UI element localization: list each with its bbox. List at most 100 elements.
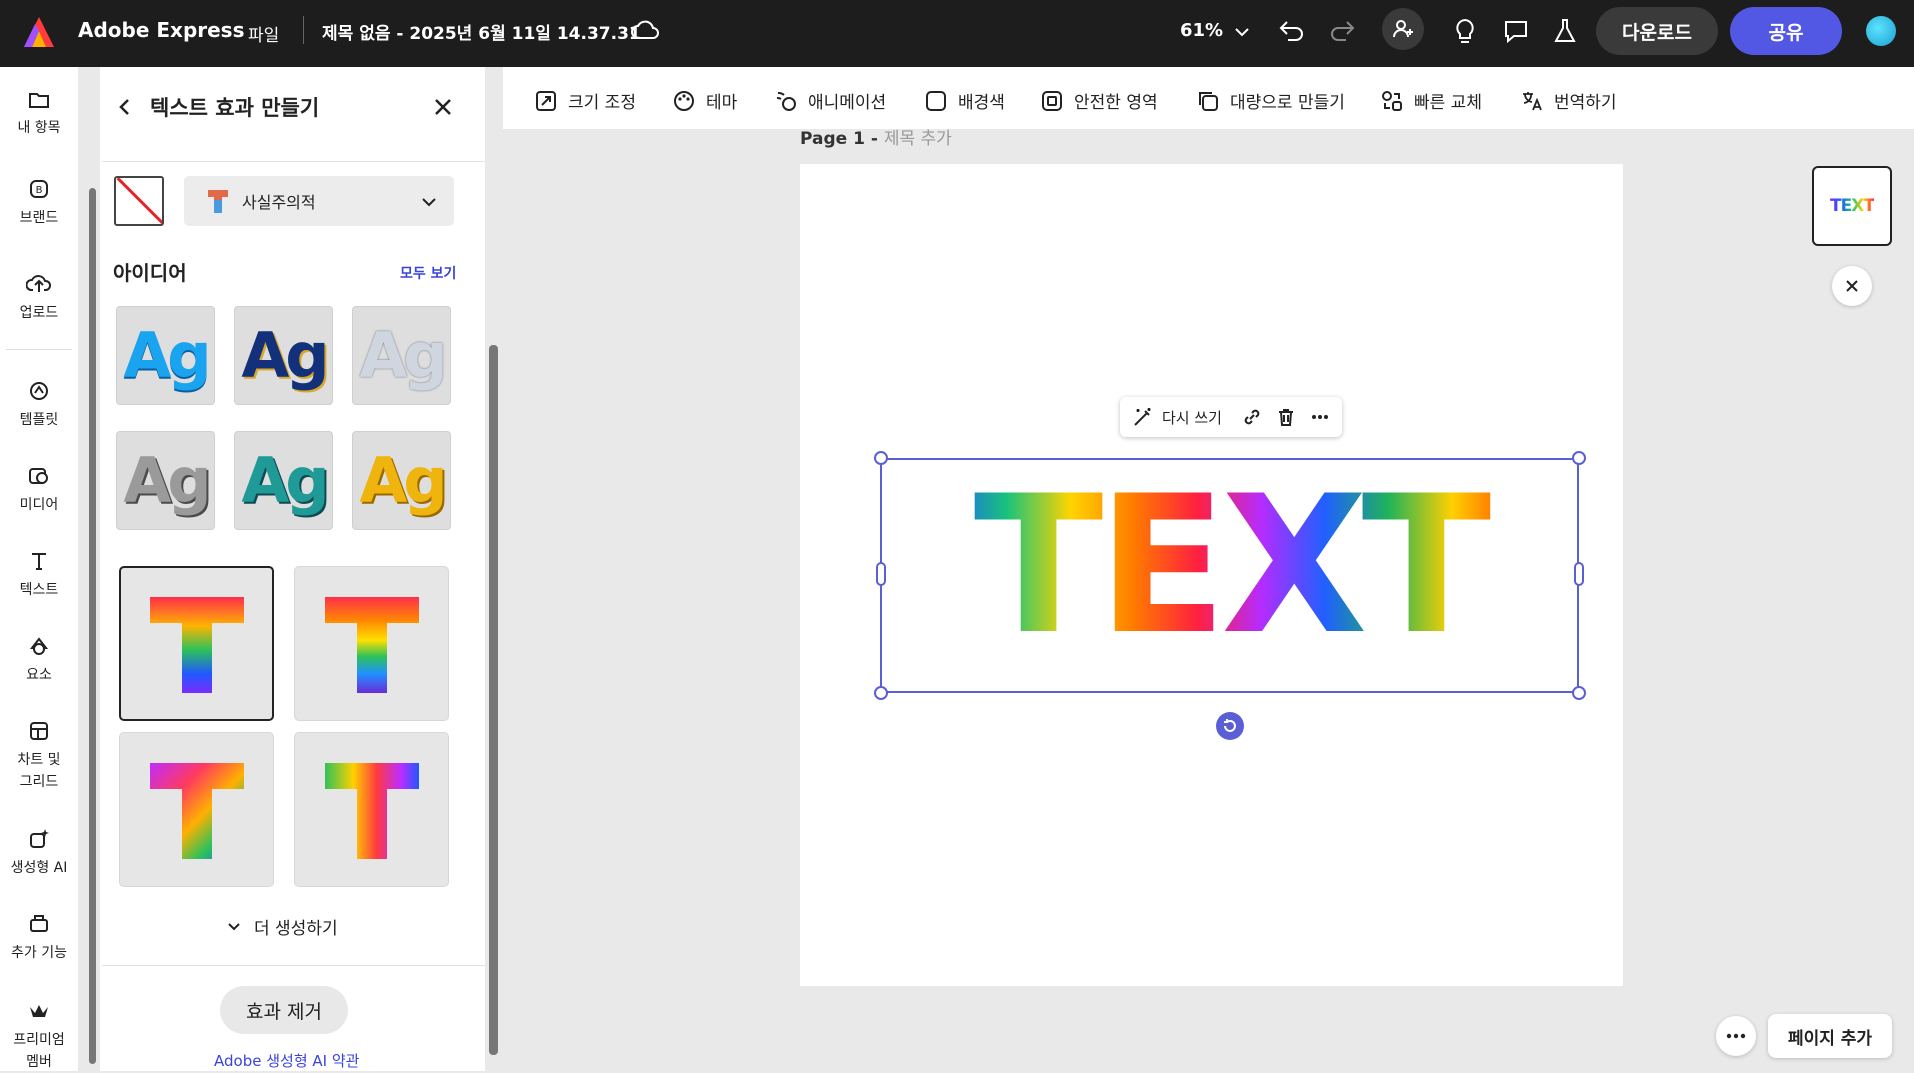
resize-handle[interactable] <box>874 451 888 465</box>
rail-item-charts-grids[interactable]: 차트 및 그리드 <box>0 719 78 793</box>
rail-item-media[interactable]: 미디어 <box>0 464 78 514</box>
rail-item-label: 추가 기능 <box>11 945 67 961</box>
rail-item-brand[interactable]: B 브랜드 <box>0 177 78 227</box>
download-button[interactable]: 다운로드 <box>1596 7 1718 55</box>
rail-item-upload[interactable]: 업로드 <box>0 272 78 322</box>
generated-result[interactable] <box>119 566 274 721</box>
selection-box[interactable] <box>880 458 1579 693</box>
resize-handle[interactable] <box>876 562 886 586</box>
safe-area-icon <box>1042 90 1062 111</box>
adobe-express-logo-icon[interactable] <box>22 15 56 49</box>
media-icon <box>29 468 48 484</box>
generated-result[interactable] <box>294 566 449 721</box>
close-icon[interactable] <box>432 96 454 118</box>
generate-more-button[interactable]: 더 생성하기 <box>226 914 338 939</box>
toolbar-background-color[interactable]: 배경색 <box>924 88 1005 113</box>
share-button[interactable]: 공유 <box>1730 7 1842 55</box>
resize-handle[interactable] <box>1572 686 1586 700</box>
toolbar-bulk-create[interactable]: 대량으로 만들기 <box>1196 88 1345 113</box>
idea-tile-label: Ag <box>359 319 447 392</box>
redo-icon[interactable] <box>1328 18 1356 44</box>
rotate-handle[interactable] <box>1216 712 1244 740</box>
rail-scrollbar[interactable] <box>89 188 96 1064</box>
resize-handle[interactable] <box>1574 562 1584 586</box>
generated-result[interactable] <box>119 732 274 887</box>
generated-letter-image <box>149 762 244 859</box>
resize-handle[interactable] <box>1572 451 1586 465</box>
magic-wand-icon <box>1134 408 1151 426</box>
no-fill-swatch[interactable] <box>114 176 164 226</box>
document-title[interactable]: 제목 없음 - 2025년 6월 11일 14.37.31 <box>322 19 641 44</box>
page-more-button[interactable] <box>1716 1016 1756 1056</box>
element-context-bar: 다시 쓰기 <box>1120 397 1342 437</box>
idea-tile[interactable]: Ag <box>352 306 451 405</box>
elements-icon <box>29 637 49 655</box>
more-options-icon <box>1726 1033 1746 1039</box>
page-label[interactable]: Page 1 - 제목 추가 <box>800 124 952 149</box>
toolbar-item-label: 안전한 영역 <box>1074 93 1158 113</box>
page-title-placeholder[interactable]: 제목 추가 <box>884 129 952 149</box>
generated-result[interactable] <box>294 732 449 887</box>
undo-icon[interactable] <box>1278 18 1306 44</box>
rail-item-label: 미디어 <box>19 497 59 513</box>
see-all-link[interactable]: 모두 보기 <box>400 263 456 283</box>
link-icon[interactable] <box>1242 407 1262 427</box>
rail-item-templates[interactable]: 템플릿 <box>0 379 78 429</box>
resize-handle[interactable] <box>874 686 888 700</box>
file-menu[interactable]: 파일 <box>248 21 279 46</box>
flask-icon[interactable] <box>1553 17 1577 45</box>
rail-item-text[interactable]: 텍스트 <box>0 549 78 599</box>
chevron-down-icon[interactable] <box>1232 22 1252 42</box>
idea-tile-label: Ag <box>123 319 211 392</box>
rail-item-elements[interactable]: 요소 <box>0 634 78 684</box>
rewrite-button[interactable]: 다시 쓰기 <box>1132 406 1222 428</box>
toolbar-item-label: 대량으로 만들기 <box>1230 93 1345 113</box>
generated-letter-image <box>149 596 244 693</box>
idea-tile[interactable]: Ag <box>234 306 333 405</box>
translate-icon <box>1523 91 1542 110</box>
invite-button[interactable] <box>1382 8 1424 50</box>
divider <box>303 16 304 44</box>
page-thumbnail-text: TEXT <box>1830 196 1875 216</box>
trash-icon[interactable] <box>1276 407 1296 427</box>
idea-tile-label: Ag <box>123 444 211 517</box>
toolbar-quick-swap[interactable]: 빠른 교체 <box>1380 88 1482 113</box>
lightbulb-icon[interactable] <box>1452 17 1478 45</box>
rail-item-addons[interactable]: 추가 기능 <box>0 912 78 962</box>
effect-style-dropdown[interactable]: 사실주의적 <box>184 176 454 226</box>
idea-tile[interactable]: Ag <box>116 431 215 530</box>
toolbar-item-label: 배경색 <box>958 93 1005 113</box>
idea-tile[interactable]: Ag <box>234 431 333 530</box>
close-thumbnails-button[interactable] <box>1832 266 1872 306</box>
avatar[interactable] <box>1866 16 1896 46</box>
rail-item-label: 프리미엄 멤버 <box>13 1032 65 1070</box>
toolbar-translate[interactable]: 번역하기 <box>1520 88 1617 113</box>
toolbar-item-label: 빠른 교체 <box>1414 93 1482 113</box>
cloud-save-icon[interactable] <box>630 18 660 42</box>
zoom-level[interactable]: 61% <box>1180 20 1223 41</box>
template-icon <box>30 382 48 400</box>
upload-icon <box>26 275 52 292</box>
back-arrow-icon[interactable] <box>114 96 136 118</box>
rail-item-my-stuff[interactable]: 내 항목 <box>0 89 78 137</box>
page-thumbnail[interactable]: TEXT <box>1812 166 1892 246</box>
rail-item-premium[interactable]: 프리미엄 멤버 <box>0 999 78 1073</box>
comment-icon[interactable] <box>1502 17 1530 45</box>
divider <box>102 161 485 162</box>
chart-grid-icon <box>30 722 48 740</box>
toolbar-resize[interactable]: 크기 조정 <box>534 88 636 113</box>
idea-tile[interactable]: Ag <box>116 306 215 405</box>
toolbar-animation[interactable]: 애니메이션 <box>774 88 886 113</box>
add-page-button[interactable]: 페이지 추가 <box>1768 1014 1892 1058</box>
idea-tile[interactable]: Ag <box>352 431 451 530</box>
panel-scrollbar[interactable] <box>489 345 498 1055</box>
divider <box>102 965 485 966</box>
more-options-icon[interactable] <box>1310 407 1330 427</box>
rail-item-generative-ai[interactable]: 생성형 AI <box>0 827 78 877</box>
toolbar-safe-area[interactable]: 안전한 영역 <box>1040 88 1158 113</box>
ai-terms-link[interactable]: Adobe 생성형 AI 약관 <box>214 1050 359 1071</box>
toolbar-theme[interactable]: 테마 <box>672 88 737 113</box>
toolbar-item-label: 번역하기 <box>1554 93 1617 113</box>
remove-effect-button[interactable]: 효과 제거 <box>220 986 348 1034</box>
effect-style-label: 사실주의적 <box>242 193 316 212</box>
